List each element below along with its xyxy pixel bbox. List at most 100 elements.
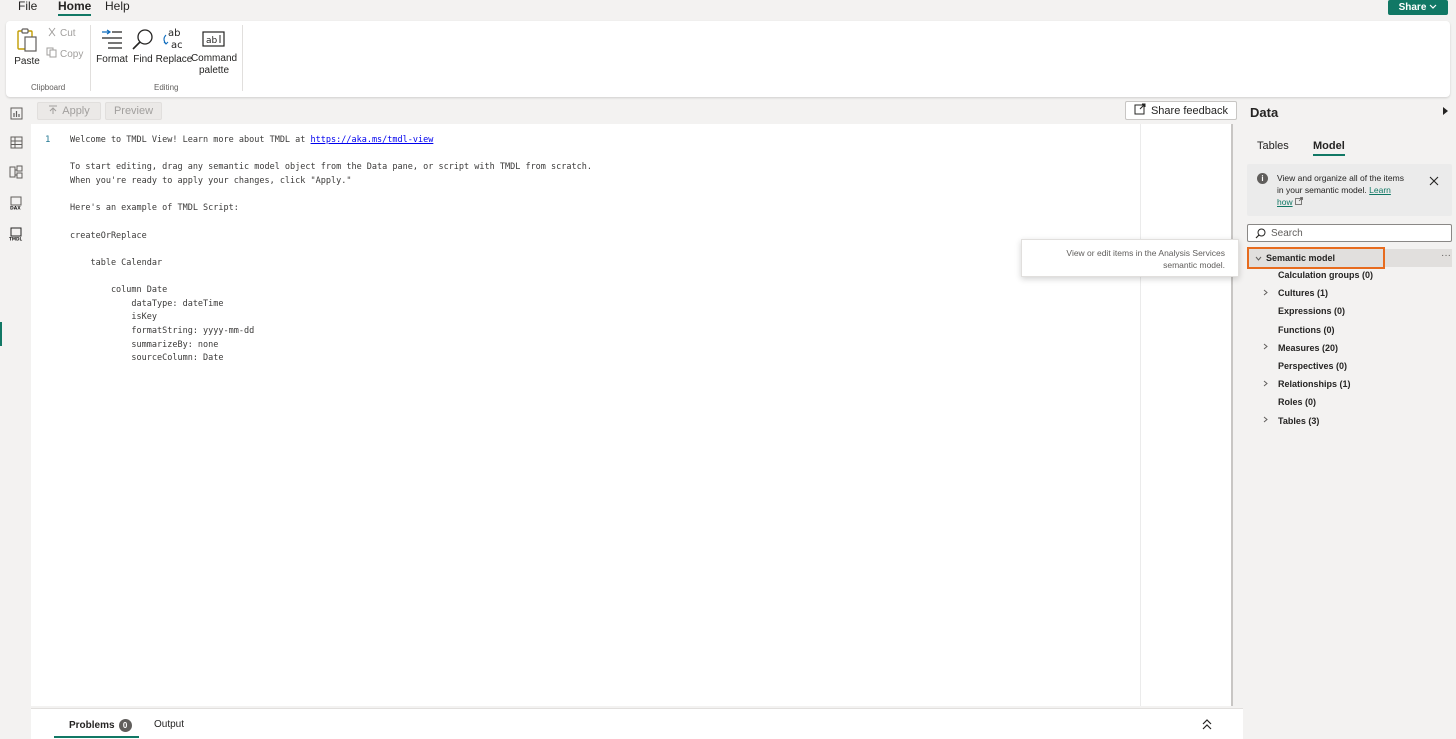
- code-line: sourceColumn: Date: [70, 353, 224, 363]
- code-line-welcome: Welcome to TMDL View! Learn more about T…: [70, 135, 433, 145]
- tree-item[interactable]: Functions (0): [1263, 325, 1335, 335]
- close-icon[interactable]: [1429, 175, 1439, 189]
- apply-icon: [48, 105, 58, 118]
- tree-item-label: Relationships (1): [1278, 379, 1351, 390]
- svg-text:TMDL: TMDL: [9, 237, 22, 242]
- code-line: To start editing, drag any semantic mode…: [70, 162, 592, 172]
- tree-item[interactable]: Roles (0): [1263, 397, 1316, 407]
- menu-file[interactable]: File: [18, 0, 37, 13]
- menu-help[interactable]: Help: [105, 0, 130, 13]
- menu-bar: File Home Help Share: [0, 0, 1456, 18]
- tree-item[interactable]: Calculation groups (0): [1263, 270, 1373, 280]
- copy-button[interactable]: Copy: [46, 47, 83, 61]
- semantic-model-node[interactable]: Semantic model: [1247, 247, 1385, 269]
- svg-text:ab: ab: [168, 28, 180, 39]
- copy-label: Copy: [60, 48, 84, 60]
- scissors-icon: [47, 27, 57, 40]
- tree-item[interactable]: Perspectives (0): [1263, 361, 1347, 371]
- find-button[interactable]: Find: [131, 28, 155, 66]
- report-view-icon[interactable]: [8, 105, 24, 121]
- search-icon: [1255, 228, 1266, 242]
- format-label: Format: [96, 54, 128, 65]
- tree-item-label: Perspectives (0): [1278, 361, 1348, 371]
- chevron-right-icon[interactable]: [1263, 289, 1278, 298]
- cut-button[interactable]: Cut: [47, 27, 76, 40]
- magnifier-icon: [132, 29, 153, 50]
- paste-label: Paste: [14, 56, 40, 67]
- tooltip-line-1: View or edit items in the Analysis Servi…: [1066, 248, 1225, 258]
- chevron-right-icon[interactable]: [1263, 343, 1278, 352]
- format-icon: [102, 29, 122, 49]
- tab-tables[interactable]: Tables: [1257, 140, 1289, 152]
- search-input[interactable]: [1271, 226, 1446, 240]
- tree-item[interactable]: Tables (3): [1263, 416, 1319, 426]
- tab-output[interactable]: Output: [154, 719, 184, 730]
- pane-divider[interactable]: [1231, 124, 1233, 706]
- replace-label: Replace: [155, 54, 193, 65]
- model-view-icon[interactable]: [8, 164, 24, 180]
- info-text: View and organize all of the items in yo…: [1277, 172, 1407, 208]
- paste-button[interactable]: Paste: [14, 27, 40, 68]
- dax-query-view-icon[interactable]: DAX: [8, 195, 24, 211]
- code-line: formatString: yyyy-mm-dd: [70, 326, 255, 336]
- line-number: 1: [45, 135, 51, 145]
- tree-item-label: Measures (20): [1278, 342, 1339, 353]
- problems-count-badge: 0: [118, 719, 132, 732]
- more-options-icon[interactable]: ···: [1441, 250, 1451, 261]
- tree-item[interactable]: Cultures (1): [1263, 288, 1328, 298]
- group-divider: [242, 25, 243, 91]
- find-label: Find: [133, 54, 153, 65]
- semantic-model-label: Semantic model: [1266, 253, 1336, 263]
- tree-item[interactable]: Expressions (0): [1263, 306, 1345, 316]
- tree-item-label: Functions (0): [1278, 324, 1335, 335]
- editor-minimap[interactable]: [1140, 124, 1231, 706]
- feedback-icon: [1134, 103, 1146, 118]
- chevron-right-icon[interactable]: [1263, 416, 1278, 425]
- group-divider: [90, 25, 91, 91]
- chevron-right-icon[interactable]: [1263, 380, 1278, 389]
- tmdl-docs-link[interactable]: https://aka.ms/tmdl-view: [311, 135, 434, 145]
- apply-button[interactable]: Apply: [37, 102, 101, 120]
- tree-item-label: Tables (3): [1278, 415, 1320, 426]
- command-palette-icon: ab: [202, 31, 225, 47]
- preview-label: Preview: [113, 105, 154, 117]
- tree-item-label: Expressions (0): [1278, 306, 1346, 317]
- table-view-icon[interactable]: [8, 134, 24, 150]
- preview-button[interactable]: Preview: [105, 102, 162, 120]
- problems-label: Problems: [69, 720, 115, 731]
- tmdl-view-icon[interactable]: TMDL: [8, 226, 24, 242]
- command-palette-button[interactable]: ab Command palette: [190, 30, 238, 77]
- chevron-down-icon[interactable]: [1249, 254, 1264, 263]
- view-switcher-rail: DAX TMDL: [0, 100, 31, 739]
- tab-problems[interactable]: Problems 0: [69, 719, 132, 732]
- share-button[interactable]: Share: [1388, 0, 1448, 15]
- format-button[interactable]: Format: [96, 29, 128, 66]
- share-feedback-label: Share feedback: [1150, 104, 1229, 117]
- code-line: createOrReplace: [70, 231, 147, 241]
- tree-item-label: Roles (0): [1278, 397, 1317, 408]
- tmdl-editor[interactable]: 1 Welcome to TMDL View! Learn more about…: [31, 124, 1231, 706]
- cut-label: Cut: [60, 28, 76, 39]
- tooltip: View or edit items in the Analysis Servi…: [1021, 239, 1239, 277]
- share-feedback-button[interactable]: Share feedback: [1125, 101, 1237, 120]
- active-tab-indicator: [54, 736, 139, 738]
- expand-panel-icon[interactable]: [1201, 719, 1213, 733]
- bottom-panel: Problems 0 Output: [31, 708, 1243, 739]
- code-line: summarizeBy: none: [70, 340, 219, 350]
- code-line: column Date: [70, 285, 168, 295]
- code-line: When you're ready to apply your changes,…: [70, 176, 352, 186]
- data-pane-title: Data: [1250, 105, 1279, 120]
- replace-button[interactable]: ab ac Replace: [155, 27, 193, 66]
- tree-item-label: Cultures (1): [1278, 288, 1329, 299]
- command-label-2: palette: [198, 65, 230, 76]
- active-view-indicator: [0, 322, 2, 346]
- paste-icon: [17, 28, 37, 52]
- command-label-1: Command: [190, 53, 238, 64]
- external-link-icon: [1295, 197, 1303, 207]
- tree-item[interactable]: Relationships (1): [1263, 379, 1351, 389]
- tab-model[interactable]: Model: [1313, 140, 1345, 156]
- tree-item[interactable]: Measures (20): [1263, 343, 1338, 353]
- search-field[interactable]: [1247, 224, 1452, 242]
- menu-home[interactable]: Home: [58, 0, 92, 16]
- chevron-right-icon[interactable]: [1442, 106, 1449, 119]
